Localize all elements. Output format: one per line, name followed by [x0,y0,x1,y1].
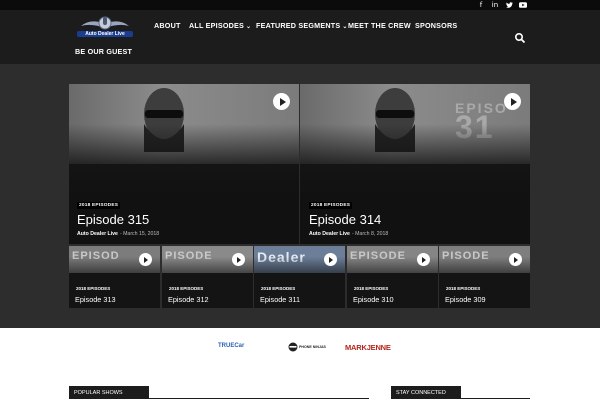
episode-card-311[interactable]: Dealer 2018 EPISODES Episode 311 [254,246,345,308]
chevron-down-icon: ⌄ [246,24,252,30]
twitter-icon[interactable] [503,0,515,10]
episode-title[interactable]: Episode 315 [77,212,149,227]
episode-card-309[interactable]: PISODE 2018 EPISODES Episode 309 [439,246,530,308]
sponsor-phone-ninjas-logo[interactable]: PHONE NINJAS [288,342,326,352]
linkedin-icon[interactable]: in [489,0,501,10]
category-badge[interactable]: 2018 EPISODES [76,286,110,291]
play-icon[interactable] [273,93,290,110]
sponsor-mark-jenne-logo[interactable]: MARKJENNE [345,343,391,352]
sponsor-truecar-logo[interactable]: TRUECar [218,343,244,349]
category-badge[interactable]: 2018 EPISODES [354,286,388,291]
logo-text: Auto Dealer Live [77,31,133,37]
divider [69,398,369,399]
episode-meta: Auto Dealer Live - March 8, 2018 [309,231,388,237]
play-icon[interactable] [232,253,245,266]
category-badge[interactable]: 2018 EPISODES [261,286,295,291]
site-header: Auto Dealer Live ABOUT ALL EPISODES ⌄ FEA… [0,10,600,64]
nav-featured-segments[interactable]: FEATURED SEGMENTS ⌄ [256,21,348,30]
category-badge[interactable]: 2018 EPISODES [309,202,353,209]
episode-title[interactable]: Episode 311 [260,295,300,304]
episode-title[interactable]: Episode 313 [75,295,116,304]
author-name[interactable]: Auto Dealer Live [309,231,350,237]
category-badge[interactable]: 2018 EPISODES [446,286,480,291]
divider [391,398,530,399]
episode-meta: Auto Dealer Live - March 15, 2018 [77,231,159,237]
ninja-icon [288,342,298,352]
featured-card-2[interactable]: EPISO 31 2018 EPISODES Episode 314 Auto … [300,84,530,244]
episode-title[interactable]: Episode 309 [445,295,486,304]
featured-card-1[interactable]: 2018 EPISODES Episode 315 Auto Dealer Li… [69,84,299,244]
play-icon[interactable] [417,253,430,266]
top-bar: f in [0,0,600,10]
episode-title[interactable]: Episode 310 [353,295,394,304]
nav-all-episodes[interactable]: ALL EPISODES ⌄ [189,21,251,30]
author-name[interactable]: Auto Dealer Live [77,231,118,237]
play-icon[interactable] [324,253,337,266]
nav-be-our-guest[interactable]: BE OUR GUEST [75,47,132,56]
nav-meet-the-crew[interactable]: MEET THE CREW [348,21,411,30]
nav-about[interactable]: ABOUT [154,21,181,30]
play-icon[interactable] [139,253,152,266]
category-badge[interactable]: 2018 EPISODES [169,286,203,291]
search-icon[interactable] [514,32,526,44]
publish-date: - March 15, 2018 [119,231,160,237]
nav-sponsors[interactable]: SPONSORS [415,21,457,30]
facebook-icon[interactable]: f [475,0,487,10]
play-icon[interactable] [509,253,522,266]
episode-card-310[interactable]: EPISODE 2018 EPISODES Episode 310 [347,246,438,308]
episode-card-313[interactable]: EPISOD 2018 EPISODES Episode 313 [69,246,160,308]
episode-card-312[interactable]: PISODE 2018 EPISODES Episode 312 [162,246,253,308]
site-logo[interactable]: Auto Dealer Live [77,14,133,44]
publish-date: - March 8, 2018 [351,231,389,237]
category-badge[interactable]: 2018 EPISODES [77,202,121,209]
episode-title[interactable]: Episode 312 [168,295,209,304]
youtube-icon[interactable] [517,0,529,10]
episode-title[interactable]: Episode 314 [309,212,381,227]
logo-emblem-icon [81,16,129,30]
play-icon[interactable] [504,93,521,110]
chevron-down-icon: ⌄ [342,24,348,30]
